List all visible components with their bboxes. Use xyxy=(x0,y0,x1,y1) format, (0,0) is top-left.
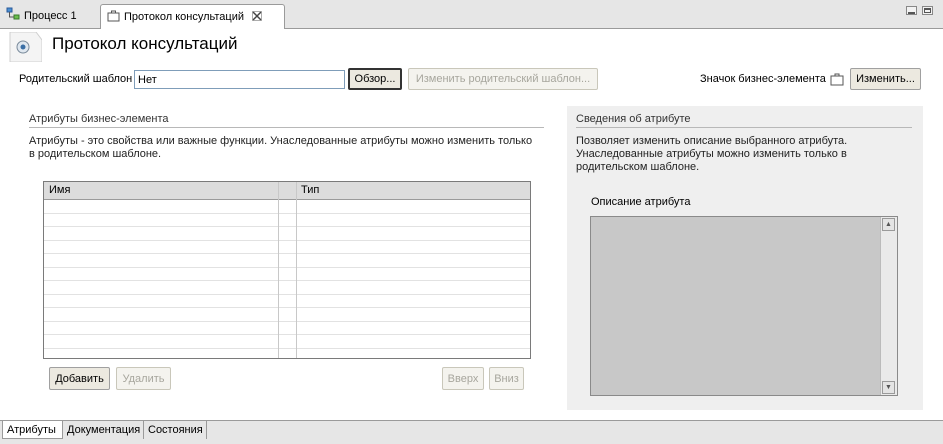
table-row[interactable] xyxy=(44,295,530,308)
tab-documentation[interactable]: Документация xyxy=(63,421,144,439)
table-row[interactable] xyxy=(44,227,530,241)
table-row[interactable] xyxy=(44,241,530,254)
description-line: Атрибуты - это свойства или важные функц… xyxy=(29,135,533,147)
column-divider xyxy=(296,182,297,358)
briefcase-icon xyxy=(830,73,844,89)
move-up-button[interactable]: Вверх xyxy=(442,367,484,390)
table-row[interactable] xyxy=(44,335,530,349)
page-title: Протокол консультаций xyxy=(52,34,238,53)
attribute-info-title: Сведения об атрибуте xyxy=(576,113,691,125)
delete-button[interactable]: Удалить xyxy=(116,367,171,390)
move-down-button[interactable]: Вниз xyxy=(489,367,524,390)
table-body xyxy=(44,200,530,359)
process-icon xyxy=(6,7,20,24)
parent-template-field[interactable] xyxy=(134,70,345,89)
tab-attributes[interactable]: Атрибуты xyxy=(2,421,63,439)
attribute-description-field[interactable]: ▲ ▼ xyxy=(590,216,898,396)
change-parent-template-button[interactable]: Изменить родительский шаблон... xyxy=(408,68,598,90)
section-divider xyxy=(576,127,912,128)
attribute-description-label: Описание атрибута xyxy=(591,196,691,208)
column-header-type[interactable]: Тип xyxy=(301,184,319,196)
parent-template-label: Родительский шаблон xyxy=(19,73,133,85)
attribute-info-description: Позволяет изменить описание выбранного а… xyxy=(576,135,906,174)
table-row[interactable] xyxy=(44,254,530,268)
tab-process-1[interactable]: Процесс 1 xyxy=(2,4,98,27)
section-divider xyxy=(29,127,544,128)
vertical-scrollbar[interactable]: ▲ ▼ xyxy=(880,217,897,395)
attributes-section-title: Атрибуты бизнес-элемента xyxy=(29,113,169,125)
maximize-button[interactable] xyxy=(922,6,933,15)
table-row[interactable] xyxy=(44,214,530,227)
attributes-description: Атрибуты - это свойства или важные функц… xyxy=(29,135,549,161)
change-icon-button[interactable]: Изменить... xyxy=(850,68,921,90)
tab-label: Процесс 1 xyxy=(24,9,77,22)
business-icon-label: Значок бизнес-элемента xyxy=(700,73,826,85)
attribute-description-value xyxy=(591,217,897,223)
scroll-down-icon[interactable]: ▼ xyxy=(882,381,895,394)
table-row[interactable] xyxy=(44,281,530,295)
table-row[interactable] xyxy=(44,308,530,322)
description-line: Позволяет изменить описание выбранного а… xyxy=(576,135,848,147)
table-row[interactable] xyxy=(44,268,530,281)
business-item-icon xyxy=(8,31,43,63)
tab-label: Протокол консультаций xyxy=(124,11,245,23)
description-line: в родительском шаблоне. xyxy=(29,148,162,160)
description-line: Унаследованные атрибуты можно изменить т… xyxy=(576,148,847,160)
attributes-table[interactable]: Имя Тип xyxy=(43,181,531,359)
tab-consultation-protocol[interactable]: Протокол консультаций xyxy=(100,4,285,29)
column-divider xyxy=(278,182,279,358)
briefcase-icon xyxy=(107,10,120,25)
table-header: Имя Тип xyxy=(44,182,530,200)
column-header-name[interactable]: Имя xyxy=(49,184,70,196)
minimize-button[interactable] xyxy=(906,6,917,15)
add-button[interactable]: Добавить xyxy=(49,367,110,390)
tab-states[interactable]: Состояния xyxy=(144,421,207,439)
table-row[interactable] xyxy=(44,200,530,214)
scroll-up-icon[interactable]: ▲ xyxy=(882,218,895,231)
description-line: родительском шаблоне. xyxy=(576,161,700,173)
close-icon[interactable] xyxy=(252,10,262,24)
browse-button[interactable]: Обзор... xyxy=(348,68,402,90)
table-row[interactable] xyxy=(44,349,530,359)
table-row[interactable] xyxy=(44,322,530,335)
